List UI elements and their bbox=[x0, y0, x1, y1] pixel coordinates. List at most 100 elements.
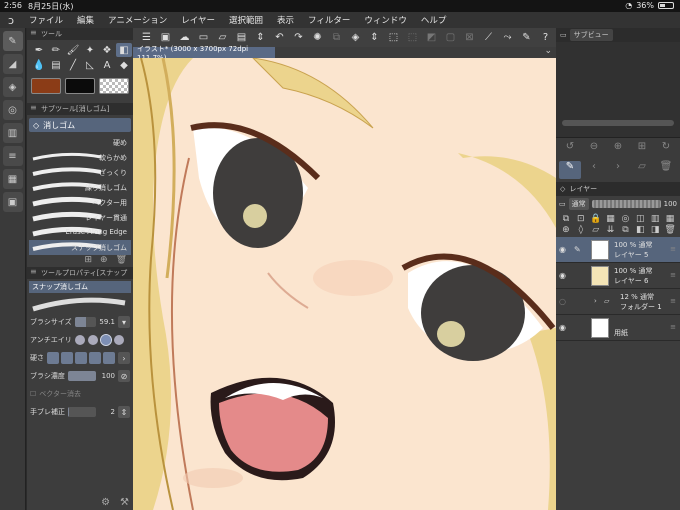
ruler-icon[interactable]: ⟋ bbox=[481, 30, 496, 45]
layer-row-folder[interactable]: ○ › ▱ 12 % 通常 フォルダー 1 ≡ bbox=[556, 289, 680, 315]
layer-tool-icon[interactable]: ▣ bbox=[2, 192, 23, 212]
visibility-eye-icon[interactable]: ○ bbox=[559, 297, 566, 306]
drag-handle-icon[interactable]: ≡ bbox=[670, 323, 676, 331]
airbrush-icon[interactable]: ✦ bbox=[82, 43, 98, 57]
pen-tool-icon[interactable]: ✎ bbox=[2, 31, 23, 51]
stabilization-slider[interactable] bbox=[68, 407, 96, 417]
clear-icon[interactable]: ◩ bbox=[424, 30, 439, 45]
eraser-tool-icon[interactable]: ◢ bbox=[2, 54, 23, 74]
opacity-slider[interactable] bbox=[591, 200, 661, 208]
vector-erase-checkbox[interactable]: ☐ bbox=[30, 390, 36, 398]
menu-animation[interactable]: アニメーション bbox=[101, 14, 174, 26]
loading-icon[interactable]: ✺ bbox=[310, 30, 325, 45]
mask-add-icon[interactable]: ◧ bbox=[633, 225, 647, 235]
delete-subtool-icon[interactable]: 🗑 bbox=[116, 255, 127, 265]
antialias-medium[interactable] bbox=[99, 334, 112, 346]
pen-snap-icon[interactable]: ✎ bbox=[519, 30, 534, 45]
layer-color-icon[interactable]: ▭ bbox=[559, 200, 566, 208]
fit-icon[interactable]: ⊞ bbox=[631, 141, 653, 159]
main-color-swatch[interactable] bbox=[31, 78, 61, 94]
lock-icon[interactable]: 🔒 bbox=[589, 214, 603, 224]
zoom-out-icon[interactable]: ⊖ bbox=[583, 141, 605, 159]
menu-view[interactable]: 表示 bbox=[270, 14, 301, 26]
menu-selection[interactable]: 選択範囲 bbox=[222, 14, 270, 26]
canvas-tab[interactable]: イラスト* (3000 x 3700px 72dpi 111.7%) bbox=[133, 45, 275, 62]
gradient-icon[interactable]: ▤ bbox=[48, 58, 64, 72]
merge-icon[interactable]: ⇊ bbox=[604, 225, 618, 235]
expand-arrow-icon[interactable]: › bbox=[594, 297, 597, 305]
copy-subtool-icon[interactable]: ⊞ bbox=[84, 255, 92, 265]
transform-icon[interactable]: ⧉ bbox=[329, 30, 344, 45]
snap-icon[interactable]: ⤳ bbox=[500, 30, 515, 45]
visibility-eye-icon[interactable]: ◉ bbox=[559, 271, 566, 280]
fill-selection-icon[interactable]: ▢ bbox=[443, 30, 458, 45]
zoom-in-icon[interactable]: ⊕ bbox=[607, 141, 629, 159]
brush-icon[interactable]: 🖌 bbox=[65, 43, 81, 57]
blend-icon[interactable]: 💧 bbox=[31, 58, 47, 72]
transparent-color-swatch[interactable] bbox=[99, 78, 129, 94]
antialias-weak[interactable] bbox=[87, 335, 98, 345]
mask-apply-icon[interactable]: ◨ bbox=[648, 225, 662, 235]
decoration-icon[interactable]: ❖ bbox=[99, 43, 115, 57]
pencil-icon[interactable]: ✏ bbox=[48, 43, 64, 57]
ruler-tool-icon[interactable]: ▥ bbox=[2, 123, 23, 143]
blend-tool-icon[interactable]: ◎ bbox=[2, 100, 23, 120]
edit-pen-icon[interactable]: ✎ bbox=[574, 245, 581, 254]
clip-icon[interactable]: ⧉ bbox=[559, 214, 573, 224]
new-folder-icon[interactable]: ▱ bbox=[589, 225, 603, 235]
prev-icon[interactable]: ‹ bbox=[583, 161, 605, 179]
hardness-more-icon[interactable]: › bbox=[118, 352, 130, 364]
artwork-canvas[interactable] bbox=[133, 58, 556, 510]
fill-tool-icon[interactable]: ◈ bbox=[2, 77, 23, 97]
mask-icon[interactable]: ◎ bbox=[619, 214, 633, 224]
deselect-icon[interactable]: ⊠ bbox=[462, 30, 477, 45]
menu-help[interactable]: ヘルプ bbox=[414, 14, 454, 26]
crop-icon[interactable]: ⬚ bbox=[386, 30, 401, 45]
stabilization-stepper-icon[interactable]: ⇕ bbox=[118, 406, 130, 418]
expand-icon[interactable]: ⇕ bbox=[367, 30, 382, 45]
new-raster-icon[interactable]: ⊕ bbox=[559, 225, 573, 235]
help-icon[interactable]: ? bbox=[538, 30, 553, 45]
blend-mode-select[interactable]: 通常 bbox=[568, 198, 589, 210]
chevron-down-icon[interactable]: ⌄ bbox=[544, 46, 552, 56]
layer-row[interactable]: ◉ 用紙 ≡ bbox=[556, 315, 680, 341]
copy-layer-icon[interactable]: ⧉ bbox=[619, 225, 633, 235]
ruler-layer-icon[interactable]: ◫ bbox=[633, 214, 647, 224]
text-tool-icon[interactable]: ≡ bbox=[2, 146, 23, 166]
visibility-eye-icon[interactable]: ◉ bbox=[559, 323, 566, 332]
subview-zoom-slider[interactable] bbox=[562, 120, 674, 126]
subtool-all-layers[interactable]: レイヤー貫通 bbox=[29, 210, 131, 225]
reference-icon[interactable]: ⊡ bbox=[574, 214, 588, 224]
drag-handle-icon[interactable]: ≡ bbox=[670, 245, 676, 253]
layer-row[interactable]: ◉ ✎ 100 % 通常 レイヤー 5 ≡ bbox=[556, 237, 680, 263]
add-subtool-icon[interactable]: ⊕ bbox=[100, 255, 108, 265]
delete-icon[interactable]: 🗑 bbox=[655, 161, 677, 179]
drag-handle-icon[interactable]: ≡ bbox=[670, 271, 676, 279]
subtool-erase-along-edge[interactable]: Erase Along Edge bbox=[29, 225, 131, 240]
pen-icon[interactable]: ✒ bbox=[31, 43, 47, 57]
app-logo-icon[interactable]: ↄ bbox=[0, 14, 22, 27]
menu-layer[interactable]: レイヤー bbox=[174, 14, 222, 26]
wrench-icon[interactable]: ⚒ bbox=[120, 497, 129, 508]
grid-icon[interactable]: ▦ bbox=[663, 214, 677, 224]
redo-icon[interactable]: ↷ bbox=[291, 30, 306, 45]
density-slider[interactable] bbox=[67, 371, 96, 381]
subview-tab[interactable]: サブビュー bbox=[569, 29, 613, 41]
brush-size-dropdown-icon[interactable]: ▾ bbox=[118, 316, 130, 328]
new-vector-icon[interactable]: ◊ bbox=[574, 225, 588, 235]
sub-color-swatch[interactable] bbox=[65, 78, 95, 94]
text-icon[interactable]: A bbox=[99, 58, 115, 72]
rotate-right-icon[interactable]: ↻ bbox=[655, 141, 677, 159]
next-icon[interactable]: › bbox=[607, 161, 629, 179]
invert-selection-icon[interactable]: ⬚ bbox=[405, 30, 420, 45]
shape-icon[interactable]: ◺ bbox=[82, 58, 98, 72]
menu-edit[interactable]: 編集 bbox=[70, 14, 101, 26]
fill-icon[interactable]: ◆ bbox=[116, 58, 132, 72]
line-icon[interactable]: ╱ bbox=[65, 58, 81, 72]
rotate-left-icon[interactable]: ↺ bbox=[559, 141, 581, 159]
palette-icon[interactable]: ▥ bbox=[648, 214, 662, 224]
folder-icon[interactable]: ▱ bbox=[631, 161, 653, 179]
fill-command-icon[interactable]: ◈ bbox=[348, 30, 363, 45]
figure-tool-icon[interactable]: ▦ bbox=[2, 169, 23, 189]
antialias-strong[interactable] bbox=[113, 335, 124, 345]
